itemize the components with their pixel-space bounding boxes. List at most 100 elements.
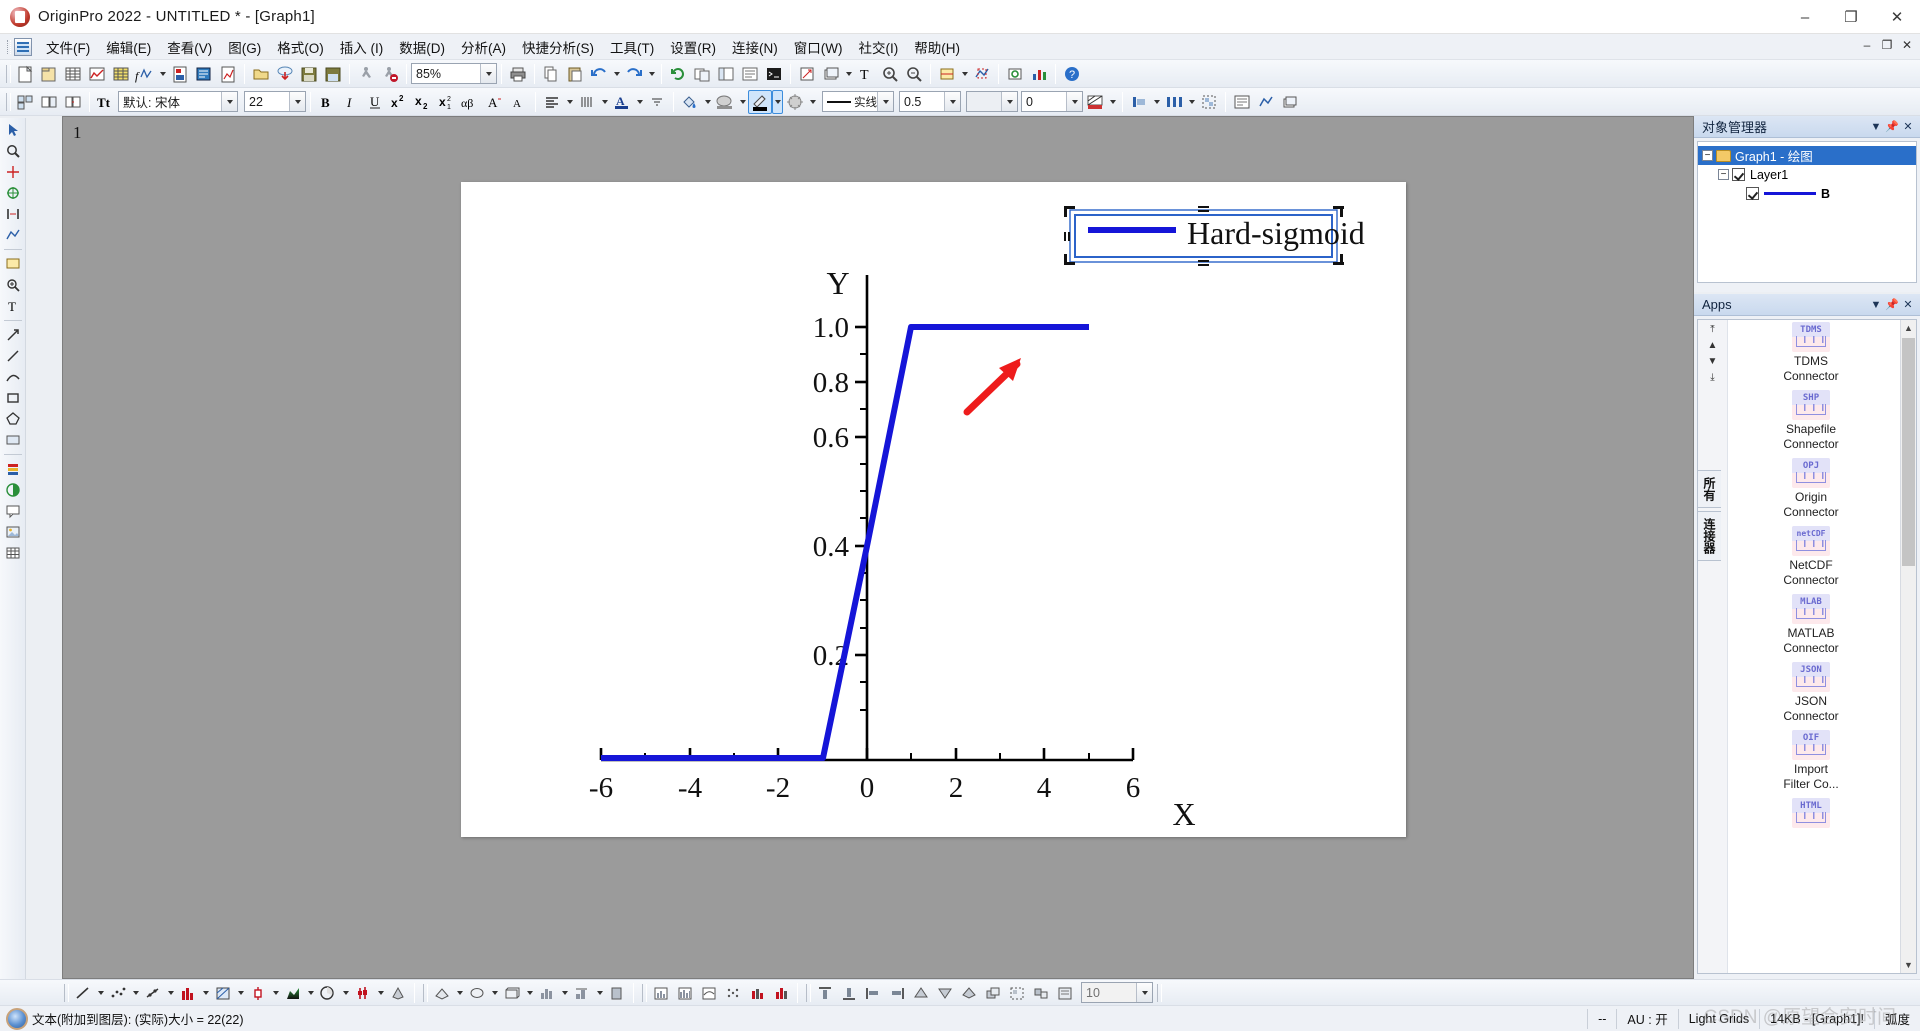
layer-contents-icon[interactable] [1230,90,1254,114]
area-plot-icon[interactable] [281,981,305,1005]
align-right2-icon[interactable] [885,981,909,1005]
font-type-icon[interactable]: Tt [94,90,118,114]
pin-icon[interactable]: 📌 [1884,119,1900,135]
stock-chart-icon[interactable] [351,981,375,1005]
3d-bar-dropdown-icon[interactable] [524,981,535,1005]
3d-ternary-dropdown-icon[interactable] [559,981,570,1005]
3d-wireframe-icon[interactable] [465,981,489,1005]
app-tile-shapefile-connector[interactable]: SHP Shapefile Connector [1728,390,1894,452]
tree-node-layer1[interactable]: − Layer1 [1698,165,1916,184]
group-objects-icon[interactable] [1197,90,1221,114]
text-align-dropdown-icon[interactable] [564,90,575,114]
layer-number-label[interactable]: 1 [73,123,82,143]
font-color-dropdown-icon[interactable] [634,90,645,114]
new-notes-icon[interactable] [192,62,216,86]
close-icon[interactable]: ✕ [1900,119,1916,135]
object-size-combo[interactable]: 10 [1081,982,1153,1003]
red-arrow-annotation[interactable] [963,358,1021,416]
undo-icon[interactable] [587,62,611,86]
scale-in-icon[interactable] [878,62,902,86]
decrease-font-button[interactable]: A [507,90,531,114]
new-layout-icon[interactable] [168,62,192,86]
toolbar-grip-objects[interactable] [62,982,69,1004]
line-style-dropdown-icon[interactable] [877,92,893,111]
app-tile-origin-connector[interactable]: OPJ Origin Connector [1728,458,1894,520]
zoom-dropdown-icon[interactable] [480,64,496,83]
scrollbar-thumb[interactable] [1902,338,1915,566]
duplicate-icon[interactable] [690,62,714,86]
apps-scroll-down-button[interactable]: ▼ [1708,356,1718,367]
line-spacing-icon[interactable] [575,90,599,114]
hard-sigmoid-plot[interactable]: -6 -4 -2 0 2 4 6 0.2 0.4 0.6 0.8 1.0 Y X… [461,182,1406,837]
tree-node-plot-b[interactable]: B [1698,184,1916,203]
pin-icon[interactable]: 📌 [1884,297,1900,313]
contour-plot-icon[interactable] [211,981,235,1005]
3d-surface-dropdown-icon[interactable] [454,981,465,1005]
line-style-combo[interactable]: 实线 [822,91,894,112]
3d-surface-icon[interactable] [430,981,454,1005]
layer1-checkbox[interactable] [1732,168,1745,181]
pattern-fill-icon[interactable] [713,90,737,114]
3d-wireframe-dropdown-icon[interactable] [489,981,500,1005]
subscript-button[interactable]: x2 [411,90,435,114]
line-width-combo[interactable]: 0.5 [899,91,961,112]
fill-color-dropdown-icon[interactable] [702,90,713,114]
area-plot-dropdown-icon[interactable] [305,981,316,1005]
project-explorer-icon[interactable] [714,62,738,86]
status-cell-au[interactable]: AU : 开 [1616,1008,1677,1029]
3d-scatter-dropdown-icon[interactable] [594,981,605,1005]
toolbar-grip-end[interactable] [1155,982,1162,1004]
menu-tools[interactable]: 工具(T) [602,34,662,60]
toolbar-grip-format[interactable] [4,91,11,113]
chevron-down-icon[interactable]: ▼ [1868,297,1884,313]
font-size-dropdown-icon[interactable] [289,92,305,111]
italic-button[interactable]: I [339,90,363,114]
scatter-plot-icon[interactable] [106,981,130,1005]
mdi-minimize-button[interactable]: – [1858,36,1876,54]
maximize-button[interactable]: ❐ [1828,0,1874,34]
menu-insert[interactable]: 插入 (I) [332,34,392,60]
line-width-dropdown-icon[interactable] [944,92,960,111]
command-window-icon[interactable] [762,62,786,86]
plot-details-icon[interactable] [1254,90,1278,114]
data-selector-icon[interactable] [970,62,994,86]
qc-chart-icon[interactable] [697,981,721,1005]
transparency-combo[interactable]: 0 [1021,91,1083,112]
chevron-down-icon[interactable]: ▼ [1868,119,1884,135]
app-tile-import-filter-connector[interactable]: OIF Import Filter Co... [1728,730,1894,792]
fill-preview-dropdown-icon[interactable] [1001,92,1017,111]
new-workbook-icon[interactable] [61,62,85,86]
annotation-icon[interactable] [2,501,24,521]
rectangle-tool-icon[interactable] [2,388,24,408]
close-icon[interactable]: ✕ [1900,297,1916,313]
menu-file[interactable]: 文件(F) [38,34,98,60]
mdi-close-button[interactable]: ✕ [1898,36,1916,54]
screen-reader-icon[interactable] [2,183,24,203]
data-reader-icon[interactable] [2,162,24,182]
line-symbol-dropdown-icon[interactable] [165,981,176,1005]
toolbar-grip-standard[interactable] [4,63,11,85]
polygon-tool-icon[interactable] [2,409,24,429]
font-family-dropdown-icon[interactable] [221,92,237,111]
help-icon[interactable]: ? [1060,62,1084,86]
column-plot-dropdown-icon[interactable] [200,981,211,1005]
close-button[interactable]: ✕ [1874,0,1920,34]
fill-area-icon[interactable] [2,480,24,500]
collapse-icon[interactable]: − [1718,169,1729,180]
distribute-icon[interactable] [1162,90,1186,114]
increase-font-button[interactable]: A [483,90,507,114]
3d-bar-icon[interactable] [500,981,524,1005]
apps-scroll-bottom-button[interactable]: ⤓ [1710,372,1714,383]
undo-dropdown-icon[interactable] [611,62,622,86]
status-cell-angle-unit[interactable]: 弧度 [1873,1008,1920,1029]
transparency-dropdown-icon[interactable] [1066,92,1082,111]
histogram-icon[interactable] [649,981,673,1005]
collapse-icon[interactable]: − [1702,150,1713,161]
new-layer-icon[interactable] [819,62,843,86]
bring-forward-icon[interactable] [957,981,981,1005]
pie-chart-dropdown-icon[interactable] [340,981,351,1005]
menu-grip-handle[interactable] [4,37,12,57]
data-selector-tool-icon[interactable] [2,204,24,224]
app-tile-json-connector[interactable]: JSON JSON Connector [1728,662,1894,724]
hatch-pattern-icon[interactable] [1083,90,1107,114]
